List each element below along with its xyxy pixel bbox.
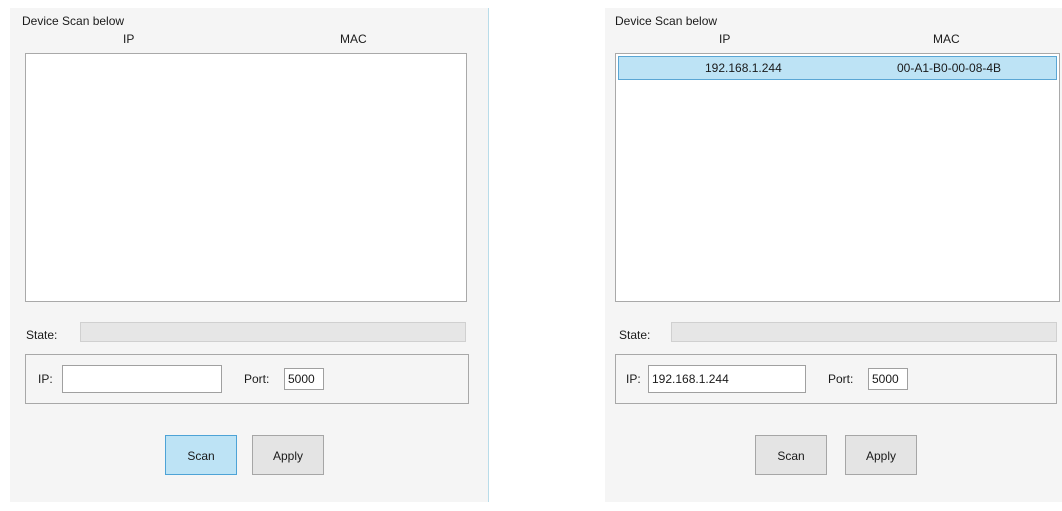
device-scan-panel-found: Device Scan below IP MAC 192.168.1.244 0… xyxy=(605,8,1062,502)
device-list[interactable] xyxy=(25,53,467,302)
state-progress-bar xyxy=(80,322,466,342)
connection-group: IP: 192.168.1.244 Port: 5000 xyxy=(615,354,1057,404)
port-label: Port: xyxy=(244,372,270,386)
apply-button[interactable]: Apply xyxy=(252,435,324,475)
state-label: State: xyxy=(619,328,651,342)
column-header-mac[interactable]: MAC xyxy=(340,32,367,46)
port-label: Port: xyxy=(828,372,854,386)
ip-label: IP: xyxy=(38,372,53,386)
row-ip: 192.168.1.244 xyxy=(705,61,782,75)
scan-button[interactable]: Scan xyxy=(165,435,237,475)
device-list[interactable]: 192.168.1.244 00-A1-B0-00-08-4B xyxy=(615,53,1060,302)
device-row-selected[interactable]: 192.168.1.244 00-A1-B0-00-08-4B xyxy=(618,56,1057,80)
state-label: State: xyxy=(26,328,58,342)
port-input[interactable]: 5000 xyxy=(868,368,908,390)
row-mac: 00-A1-B0-00-08-4B xyxy=(897,61,1002,75)
ip-input[interactable]: 192.168.1.244 xyxy=(648,365,806,393)
device-scan-panel-empty: Device Scan below IP MAC State: IP: Port… xyxy=(10,8,489,502)
connection-group: IP: Port: 5000 xyxy=(25,354,469,404)
state-progress-bar xyxy=(671,322,1057,342)
panel-title: Device Scan below xyxy=(22,14,125,28)
column-header-ip[interactable]: IP xyxy=(123,32,134,46)
column-header-mac[interactable]: MAC xyxy=(933,32,960,46)
ip-input[interactable] xyxy=(62,365,222,393)
ip-label: IP: xyxy=(626,372,641,386)
column-header-ip[interactable]: IP xyxy=(719,32,730,46)
port-input[interactable]: 5000 xyxy=(284,368,324,390)
scan-button[interactable]: Scan xyxy=(755,435,827,475)
panel-title: Device Scan below xyxy=(615,14,718,28)
apply-button[interactable]: Apply xyxy=(845,435,917,475)
